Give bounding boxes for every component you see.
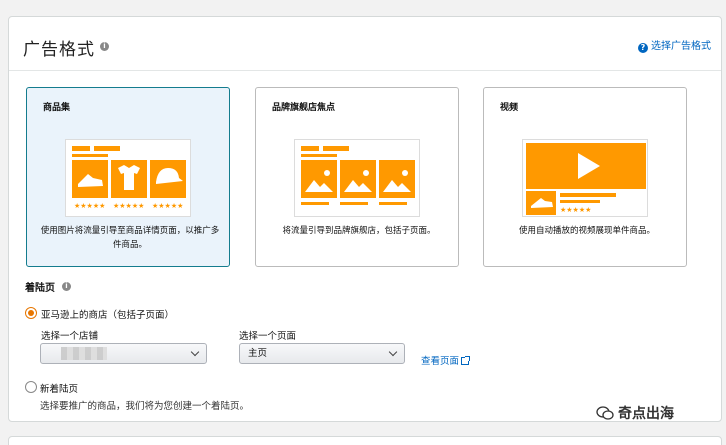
format-card-store-spotlight[interactable]: 品牌旗舰店焦点 将流量引导到品牌旗舰店，包括子页面。 [255,87,459,267]
page-select-value: 主页 [248,348,268,359]
help-icon: ? [638,43,648,53]
landing-page-title: 着陆页 [25,283,55,294]
next-section-panel [8,436,722,445]
ad-format-panel: 广告格式 i ? 选择广告格式 商品集 ★★★★★ ★★★★★ ★★★★★ 使用图… [8,16,722,422]
choose-format-help-link[interactable]: ? 选择广告格式 [638,37,711,53]
card-description: 使用自动播放的视频展现单件商品。 [518,226,655,236]
format-card-product-collection[interactable]: 商品集 ★★★★★ ★★★★★ ★★★★★ 使用图片将流量引导至商品详情页面，以… [26,87,230,267]
svg-text:★★★★★: ★★★★★ [560,206,591,214]
page-select-label: 选择一个页面 [239,331,297,342]
radio-new-landing-page-label[interactable]: 新着陆页 [40,381,78,395]
svg-text:★★★★★: ★★★★★ [113,202,144,210]
store-select-label: 选择一个店铺 [41,331,99,342]
watermark-text: 奇点出海 [618,406,674,422]
view-page-link[interactable]: 查看页面 [421,353,471,367]
page-select[interactable]: 主页 [239,343,405,364]
svg-text:★★★★★: ★★★★★ [74,202,105,210]
external-link-icon [461,356,471,365]
chevron-down-icon [190,347,200,357]
radio-amazon-store-label[interactable]: 亚马逊上的商店（包括子页面） [41,307,174,321]
new-landing-page-note: 选择要推广的商品，我们将为您创建一个着陆页。 [40,401,250,412]
svg-text:★★★★★: ★★★★★ [152,202,183,210]
info-icon[interactable]: i [62,282,71,291]
video-illustration: ★★★★★ [522,139,648,217]
redacted-store-name [61,347,107,360]
product-collection-illustration: ★★★★★ ★★★★★ ★★★★★ [65,139,191,217]
card-description: 将流量引导到品牌旗舰店，包括子页面。 [282,226,436,236]
card-title: 品牌旗舰店焦点 [272,103,336,113]
page-title: 广告格式 [23,40,95,60]
store-spotlight-illustration [294,139,420,217]
panel-header: 广告格式 i ? 选择广告格式 [9,17,721,71]
chevron-down-icon [388,347,398,357]
card-description: 使用图片将流量引导至商品详情页面，以推广多件商品。 [40,226,220,250]
view-page-label: 查看页面 [421,356,460,367]
radio-amazon-store[interactable] [25,307,37,319]
radio-new-landing-page[interactable] [25,381,37,393]
help-link-label: 选择广告格式 [651,41,711,52]
format-card-video[interactable]: 视频 ★★★★★ 使用自动播放的视频展现单件商品。 [483,87,687,267]
card-title: 商品集 [43,103,71,113]
card-title: 视频 [500,103,519,113]
store-select[interactable] [40,343,207,364]
watermark: 奇点出海 [596,403,674,423]
info-icon[interactable]: i [100,42,109,51]
wechat-icon [596,406,614,420]
